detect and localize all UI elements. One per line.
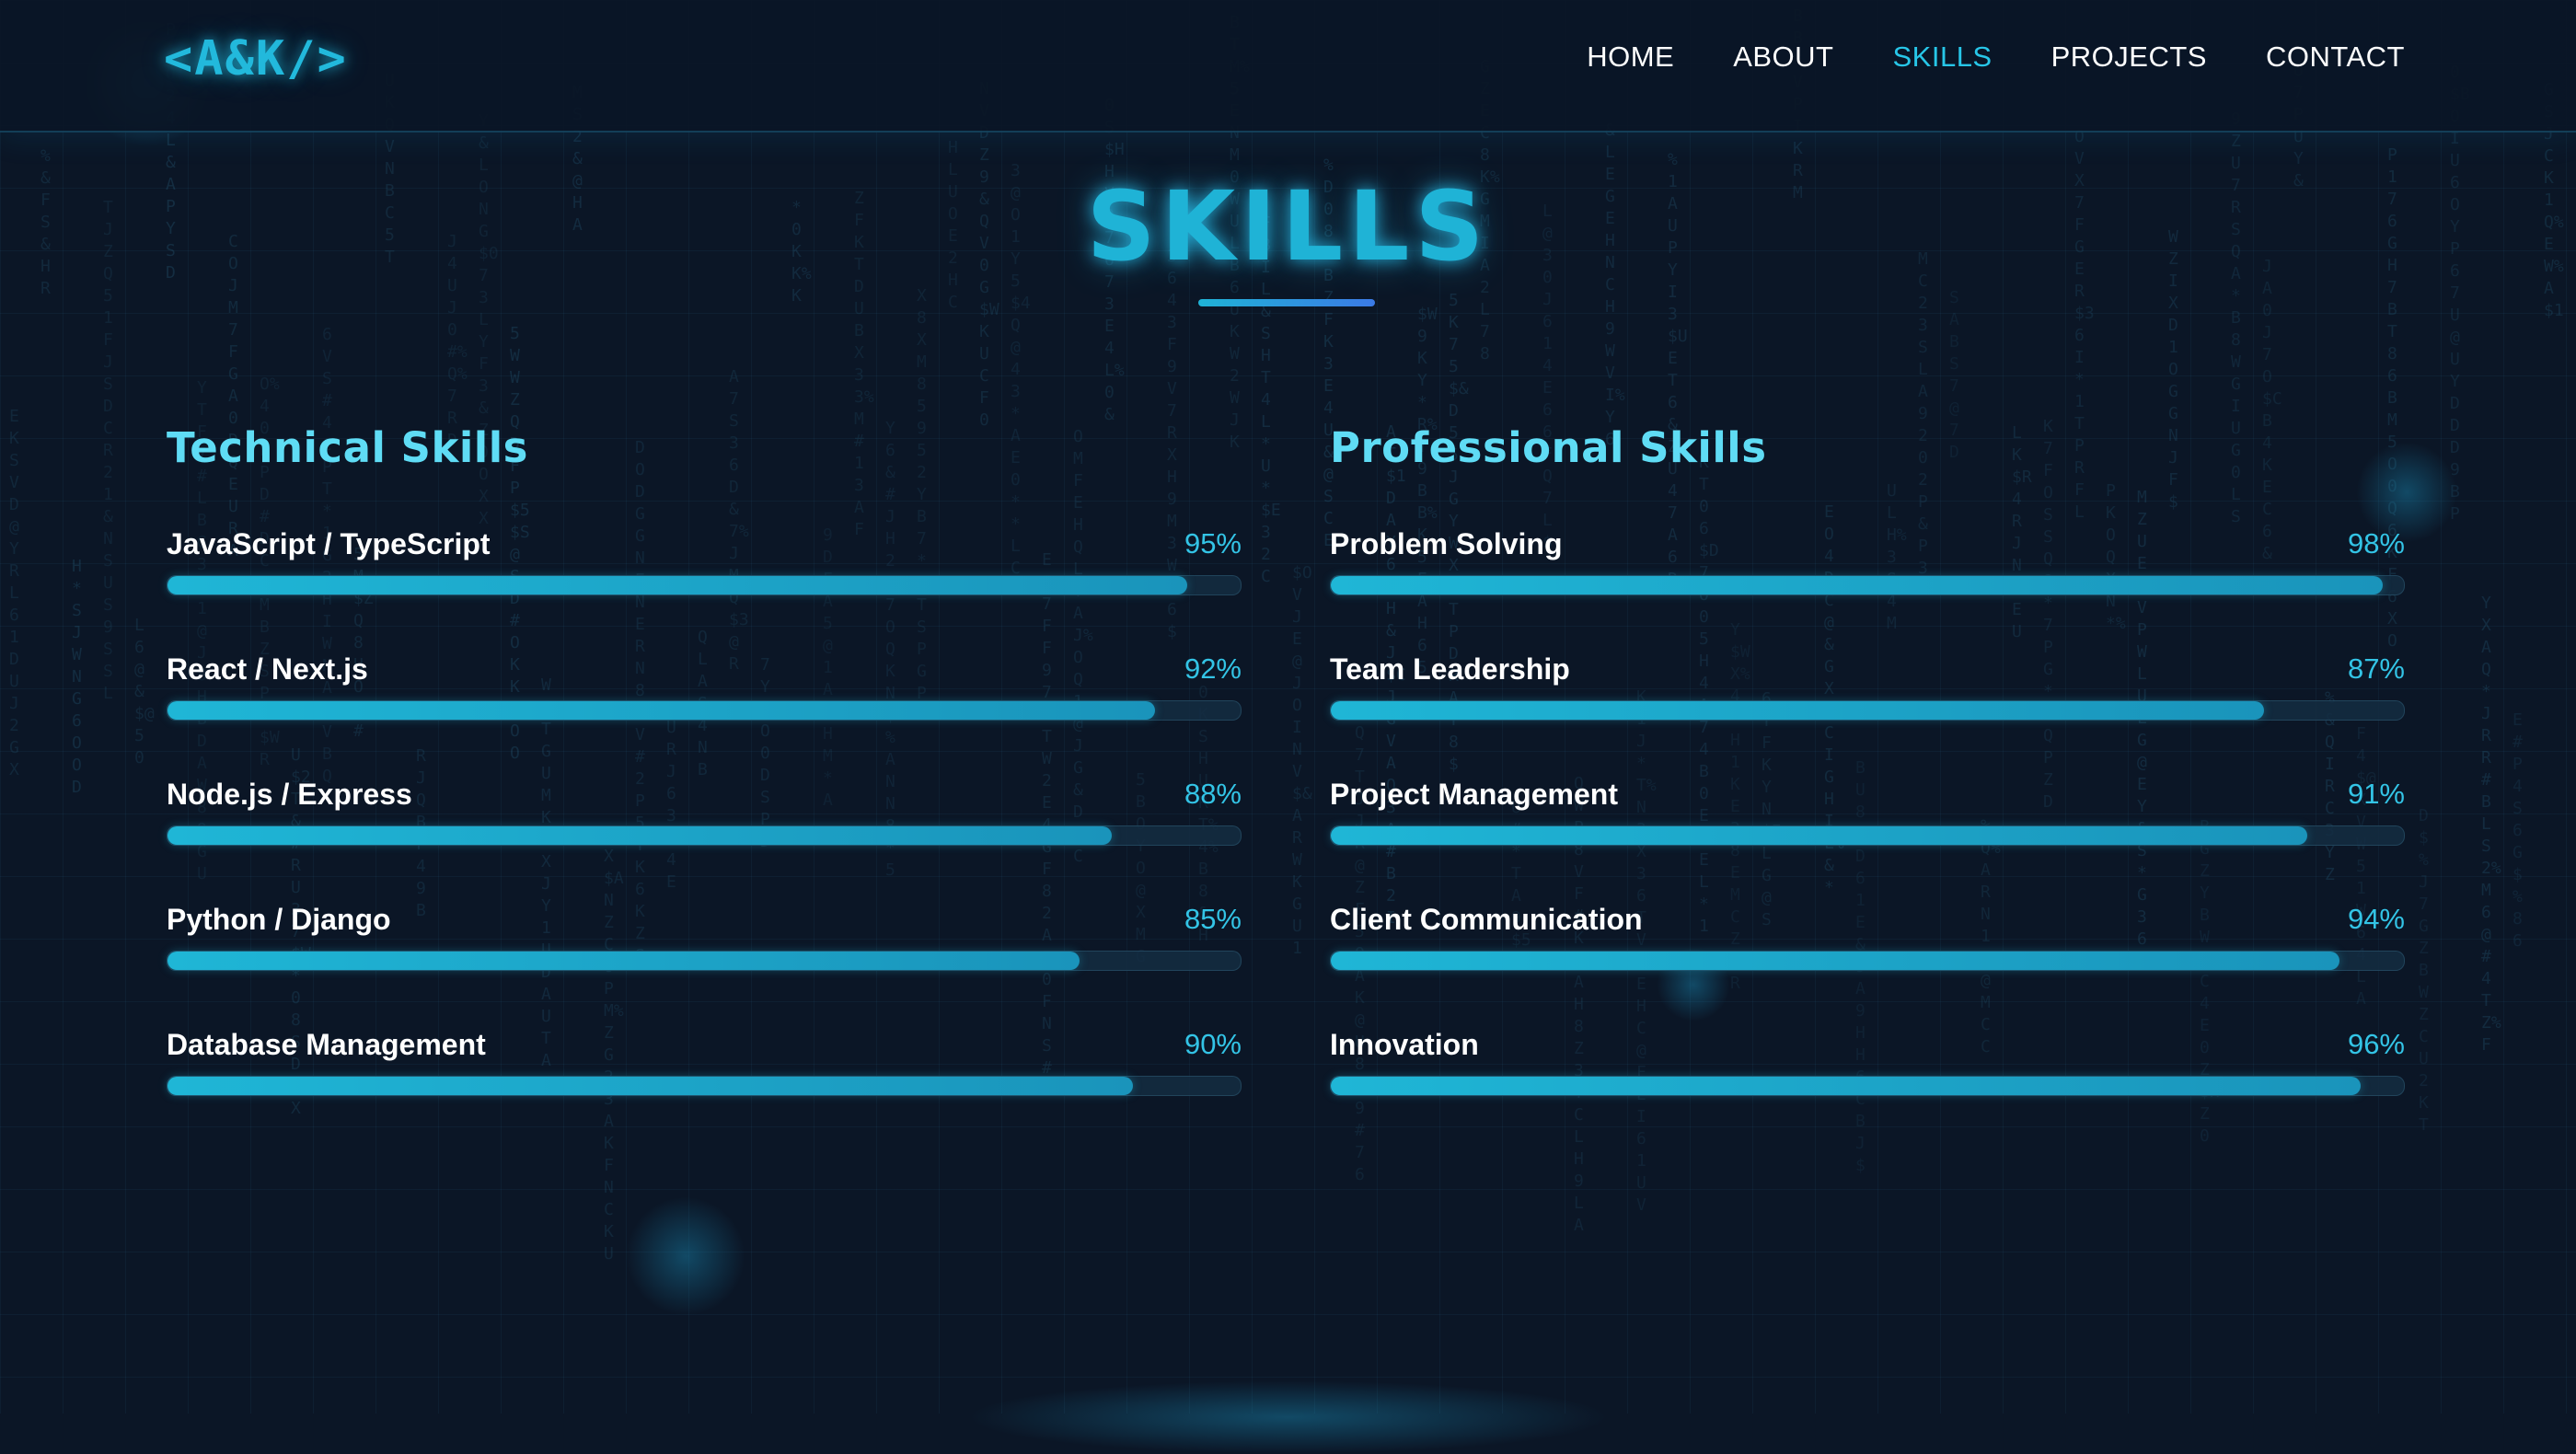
skill-percent: 85% (1184, 903, 1242, 935)
skill-item: Python / Django 85% (167, 903, 1242, 1028)
matrix-rain-column: L6@&$@50 (134, 616, 155, 767)
skill-progress-track (1330, 1076, 2405, 1096)
skill-progress-fill (167, 952, 1080, 970)
skill-progress-fill (1331, 826, 2308, 845)
skill-progress-fill (1331, 576, 2383, 594)
skill-progress-track (167, 1076, 1242, 1096)
skill-progress-track (167, 575, 1242, 595)
skill-progress-fill (167, 576, 1187, 594)
skill-progress-fill (1331, 701, 2265, 720)
matrix-rain-column: EKSVD@YRL61DUJ2GX (9, 407, 19, 779)
nav-menu: HOME ABOUT SKILLS PROJECTS CONTACT (1587, 40, 2405, 74)
skill-progress-track (1330, 825, 2405, 846)
nav-item-projects[interactable]: PROJECTS (2051, 40, 2207, 74)
skill-item: Client Communication 94% (1330, 903, 2405, 1028)
skill-progress-track (167, 700, 1242, 721)
skill-name: Database Management (167, 1028, 486, 1061)
skill-progress-track (167, 951, 1242, 971)
background-glow (626, 1196, 745, 1316)
matrix-rain-column: E#P4S6G$%86 (2512, 710, 2523, 951)
skill-percent: 94% (2347, 903, 2405, 935)
matrix-rain-column: &LEGEHNCH9WVI%Y6 (1605, 121, 1625, 449)
nav-item-contact[interactable]: CONTACT (2266, 40, 2405, 74)
skill-item: Problem Solving 98% (1330, 527, 2405, 652)
title-underline (1198, 299, 1375, 306)
skill-percent: 96% (2347, 1028, 2405, 1060)
bottom-glow (966, 1380, 1611, 1454)
skill-name: Client Communication (1330, 903, 1643, 936)
skill-percent: 98% (2347, 527, 2405, 560)
skill-item: Innovation 96% (1330, 1028, 2405, 1153)
skill-item: Project Management 91% (1330, 778, 2405, 903)
nav-item-about[interactable]: ABOUT (1733, 40, 1833, 74)
site-logo[interactable]: <A&K/> (164, 31, 348, 87)
skill-progress-fill (1331, 952, 2340, 970)
skill-percent: 90% (1184, 1028, 1242, 1060)
matrix-rain-column: YXAQ*JRR#BLS2%M6@#4TZ%F (2481, 594, 2501, 1055)
skill-progress-track (167, 825, 1242, 846)
matrix-rain-column: H*SJWNG6OOD (72, 557, 82, 797)
skill-percent: 87% (2347, 652, 2405, 685)
top-navigation: <A&K/> HOME ABOUT SKILLS PROJECTS CONTAC… (0, 0, 2576, 133)
skill-progress-fill (167, 826, 1113, 845)
skill-progress-fill (1331, 1077, 2362, 1095)
skill-item: Node.js / Express 88% (167, 778, 1242, 903)
skill-name: Team Leadership (1330, 652, 1570, 686)
skill-name: Problem Solving (1330, 527, 1563, 560)
technical-skills-column: Technical Skills JavaScript / TypeScript… (167, 423, 1242, 1153)
skill-progress-track (1330, 575, 2405, 595)
skill-progress-fill (167, 701, 1155, 720)
skill-progress-track (1330, 951, 2405, 971)
matrix-rain-column: D$%J7GZBWZCU2KT (2419, 806, 2429, 1135)
skill-item: React / Next.js 92% (167, 652, 1242, 778)
skill-item: Database Management 90% (167, 1028, 1242, 1153)
skill-name: JavaScript / TypeScript (167, 527, 491, 560)
matrix-rain-column: $OVJE@JOINV$&ARWKGU1 (1292, 563, 1312, 958)
professional-skills-column: Professional Skills Problem Solving 98% … (1330, 423, 2405, 1153)
skill-name: Python / Django (167, 903, 391, 936)
skill-name: React / Next.js (167, 652, 368, 686)
page-title: SKILLS (1086, 170, 1490, 283)
nav-item-skills[interactable]: SKILLS (1892, 40, 1992, 74)
skill-percent: 95% (1184, 527, 1242, 560)
skill-item: Team Leadership 87% (1330, 652, 2405, 778)
skill-name: Project Management (1330, 778, 1618, 811)
skill-progress-fill (167, 1077, 1134, 1095)
skill-percent: 92% (1184, 652, 1242, 685)
nav-item-home[interactable]: HOME (1587, 40, 1674, 74)
technical-skills-heading: Technical Skills (167, 423, 528, 472)
skill-percent: 91% (2347, 778, 2405, 810)
skill-name: Innovation (1330, 1028, 1479, 1061)
skill-name: Node.js / Express (167, 778, 412, 811)
skill-item: JavaScript / TypeScript 95% (167, 527, 1242, 652)
professional-skills-heading: Professional Skills (1330, 423, 1767, 472)
skill-percent: 88% (1184, 778, 1242, 810)
skill-progress-track (1330, 700, 2405, 721)
